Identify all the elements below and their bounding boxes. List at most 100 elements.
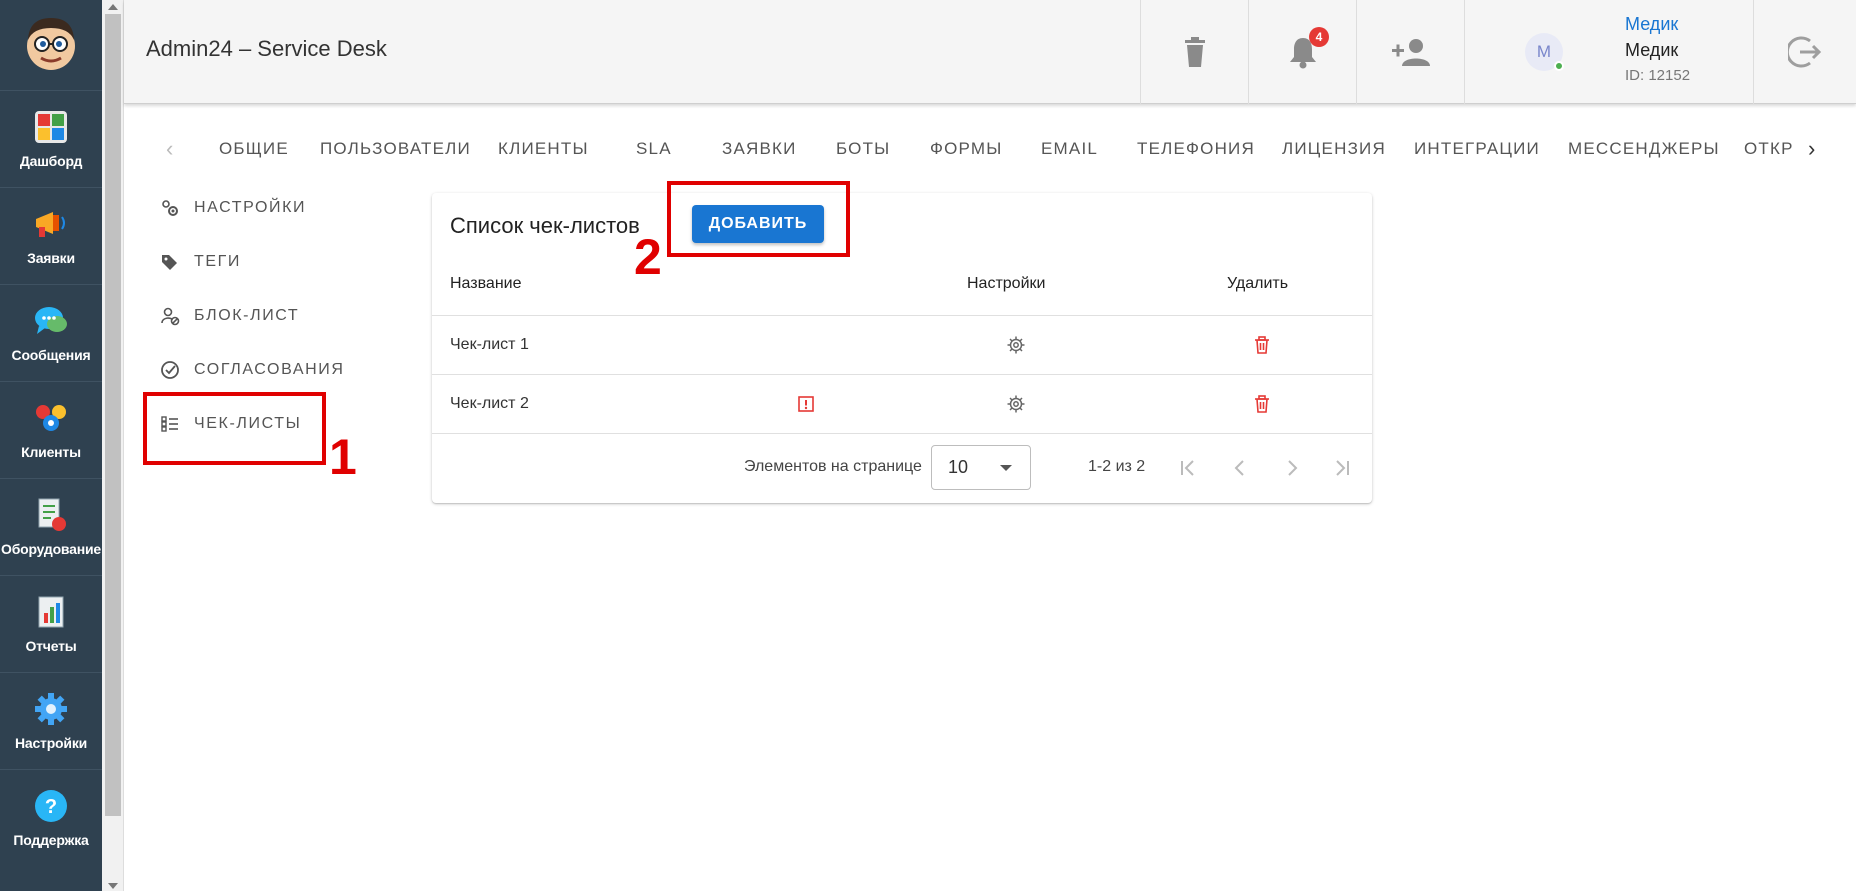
column-header-settings: Настройки (967, 275, 1046, 292)
first-page-icon[interactable] (1178, 458, 1198, 483)
logout-icon (1788, 36, 1822, 68)
subnav-label: СОГЛАСОВАНИЯ (194, 361, 345, 378)
prev-page-icon[interactable] (1230, 458, 1250, 483)
dashboard-icon (33, 109, 69, 145)
annotation-box-checklists (143, 392, 326, 465)
sidebar-item-label: Настройки (14, 734, 88, 751)
tab-messengers[interactable]: МЕССЕНДЖЕРЫ (1568, 128, 1720, 170)
subnav-blocklist[interactable]: БЛОК-ЛИСТ (160, 296, 299, 336)
sidebar-item-clients[interactable]: Клиенты (0, 381, 102, 477)
cartoon-avatar-icon (27, 18, 75, 70)
checklist-card: Список чек-листов ДОБАВИТЬ Название Наст… (432, 193, 1372, 503)
sidebar-item-label: Клиенты (21, 443, 81, 460)
help-icon: ? (33, 788, 69, 824)
annotation-number-1: 1 (329, 429, 357, 485)
subnav-label: ТЕГИ (194, 253, 242, 270)
gear-icon (33, 691, 69, 727)
scroll-down-icon[interactable] (108, 883, 118, 889)
sidebar-item-label: Сообщения (11, 346, 91, 363)
subnav-settings[interactable]: НАСТРОЙКИ (160, 188, 306, 228)
card-title: Список чек-листов (450, 213, 640, 238)
tab-license[interactable]: ЛИЦЕНЗИЯ (1282, 128, 1386, 170)
scroll-up-icon[interactable] (108, 4, 118, 10)
tab-general[interactable]: ОБЩИЕ (219, 128, 289, 170)
avatar-logo[interactable] (0, 0, 102, 88)
sidebar-item-label: Поддержка (13, 831, 89, 848)
table-pagination: Элементов на странице 10 1-2 из 2 (432, 433, 1372, 503)
tab-tickets[interactable]: ЗАЯВКИ (722, 128, 797, 170)
notifications-button[interactable]: 4 (1248, 0, 1356, 104)
column-header-name: Название (450, 275, 522, 292)
row-settings-gear-icon[interactable] (1006, 394, 1026, 414)
checklist-name: Чек-лист 1 (450, 336, 529, 353)
notification-count-badge: 4 (1309, 27, 1329, 47)
annotation-box-add-button (667, 181, 850, 257)
settings-cog-icon (160, 198, 180, 218)
table-row: Чек-лист 1 (432, 315, 1372, 374)
sidebar-item-settings[interactable]: Настройки (0, 672, 102, 768)
scrollbar-thumb[interactable] (105, 14, 121, 816)
row-delete-trash-icon[interactable] (1252, 394, 1272, 414)
tab-bots[interactable]: БОТЫ (836, 128, 890, 170)
warning-icon (796, 394, 816, 414)
logout-button[interactable] (1753, 0, 1856, 104)
tabs-scroll-left-icon[interactable]: ‹ (166, 128, 175, 170)
trash-button[interactable] (1140, 0, 1248, 104)
sidebar-item-reports[interactable]: Отчеты (0, 575, 102, 671)
tab-telephony[interactable]: ТЕЛЕФОНИЯ (1137, 128, 1255, 170)
add-user-icon (1391, 39, 1430, 66)
sidebar-item-tickets[interactable]: Заявки (0, 187, 102, 283)
online-status-dot (1554, 61, 1564, 71)
equipment-icon (33, 497, 69, 533)
megaphone-icon (33, 206, 69, 242)
page-range: 1-2 из 2 (1088, 458, 1146, 475)
row-settings-gear-icon[interactable] (1006, 335, 1026, 355)
app-title: Admin24 – Service Desk (146, 36, 387, 61)
sidebar-item-label: Дашборд (19, 152, 83, 169)
row-delete-trash-icon[interactable] (1252, 335, 1272, 355)
checklist-name: Чек-лист 2 (450, 395, 529, 412)
chevron-down-icon (1000, 465, 1012, 471)
tab-open[interactable]: ОТКР (1744, 128, 1804, 170)
sidebar-item-label: Отчеты (25, 637, 77, 654)
top-header: Admin24 – Service Desk 4 М Медик Медик I… (124, 0, 1856, 104)
user-link-name[interactable]: Медик (1625, 14, 1678, 35)
chat-icon (33, 303, 69, 339)
annotation-number-2: 2 (634, 229, 662, 285)
settings-tabs: ‹ ОБЩИЕ ПОЛЬЗОВАТЕЛИ КЛИЕНТЫ SLA ЗАЯВКИ … (124, 128, 1856, 170)
tab-clients[interactable]: КЛИЕНТЫ (498, 128, 589, 170)
next-page-icon[interactable] (1282, 458, 1302, 483)
tab-users[interactable]: ПОЛЬЗОВАТЕЛИ (320, 128, 471, 170)
subnav-label: БЛОК-ЛИСТ (194, 307, 300, 324)
reports-icon (33, 594, 69, 630)
tab-sla[interactable]: SLA (636, 128, 672, 170)
sidebar-item-messages[interactable]: Сообщения (0, 284, 102, 380)
clients-icon (33, 400, 69, 436)
subnav-tags[interactable]: ТЕГИ (160, 242, 241, 282)
tag-icon (160, 252, 180, 272)
trash-icon (1184, 37, 1205, 67)
tabs-scroll-right-icon[interactable]: › (1808, 128, 1817, 170)
tab-forms[interactable]: ФОРМЫ (930, 128, 1003, 170)
tab-integrations[interactable]: ИНТЕГРАЦИИ (1414, 128, 1540, 170)
subnav-label: НАСТРОЙКИ (194, 199, 307, 216)
per-page-label: Элементов на странице (744, 458, 922, 475)
app-sidebar: Дашборд Заявки Сообщения Клиенты Оборудо… (0, 0, 102, 891)
column-header-delete: Удалить (1227, 275, 1289, 292)
subnav-approvals[interactable]: СОГЛАСОВАНИЯ (160, 350, 345, 390)
sidebar-item-label: Заявки (27, 249, 75, 266)
tab-email[interactable]: EMAIL (1041, 128, 1098, 170)
sidebar-item-dashboard[interactable]: Дашборд (0, 90, 102, 186)
svg-text:?: ? (45, 796, 57, 818)
last-page-icon[interactable] (1332, 458, 1352, 483)
check-circle-icon (160, 360, 180, 380)
user-id: ID: 12152 (1625, 67, 1691, 84)
sidebar-item-support[interactable]: ? Поддержка (0, 769, 102, 865)
per-page-select[interactable]: 10 (931, 445, 1031, 490)
table-row: Чек-лист 2 (432, 374, 1372, 433)
add-user-button[interactable] (1356, 0, 1464, 104)
per-page-value: 10 (948, 457, 969, 477)
sidebar-item-equipment[interactable]: Оборудование (0, 478, 102, 574)
user-block-icon (160, 306, 180, 326)
user-name: Медик (1625, 40, 1679, 60)
